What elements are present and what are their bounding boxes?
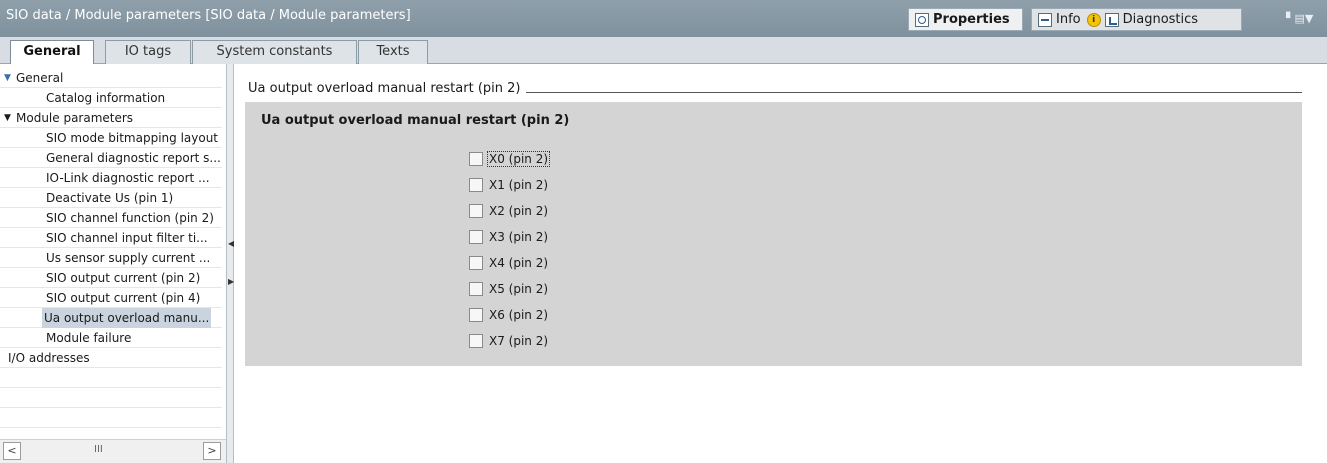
checkbox[interactable] — [469, 308, 483, 322]
nav-item-sio-mode-bitmapping[interactable]: SIO mode bitmapping layout — [0, 128, 222, 148]
info-badge-icon: i — [1086, 12, 1101, 27]
checkbox-x7[interactable]: X7 (pin 2) — [469, 332, 549, 350]
checkbox-label[interactable]: X1 (pin 2) — [488, 178, 549, 192]
checkbox-label[interactable]: X5 (pin 2) — [488, 282, 549, 296]
tab-general[interactable]: General — [10, 40, 94, 65]
nav-item-general-diagnostic-report[interactable]: General diagnostic report s... — [0, 148, 222, 168]
nav-item-label: Module failure — [46, 331, 132, 345]
checkbox-label[interactable]: X7 (pin 2) — [488, 334, 549, 348]
checkbox-x1[interactable]: X1 (pin 2) — [469, 176, 549, 194]
nav-item-label: SIO channel input filter ti... — [46, 231, 208, 245]
checkbox-label[interactable]: X3 (pin 2) — [488, 230, 549, 244]
checkbox[interactable] — [469, 178, 483, 192]
scroll-left-button[interactable]: < — [3, 442, 21, 460]
nav-item-label: General diagnostic report s... — [46, 151, 221, 165]
nav-empty-row — [0, 368, 222, 388]
checkbox[interactable] — [469, 282, 483, 296]
scroll-grip-icon[interactable]: III — [94, 444, 103, 455]
nav-item-label: Us sensor supply current ... — [46, 251, 211, 265]
nav-item-label: SIO channel function (pin 2) — [46, 211, 214, 225]
checkbox[interactable] — [469, 256, 483, 270]
group-title: Ua output overload manual restart (pin 2… — [261, 113, 570, 128]
checkbox[interactable] — [469, 334, 483, 348]
nav-item-label: SIO output current (pin 4) — [46, 291, 201, 305]
nav-item-label: SIO output current (pin 2) — [46, 271, 201, 285]
tab-info-diagnostics: Info i Diagnostics — [1031, 8, 1242, 31]
checkbox-x4[interactable]: X4 (pin 2) — [469, 254, 549, 272]
checkbox-label[interactable]: X0 (pin 2) — [486, 151, 551, 167]
window-controls-icon[interactable]: ▘▤▼ — [1286, 12, 1313, 25]
parameter-group: Ua output overload manual restart (pin 2… — [245, 102, 1302, 366]
inspector-title-bar: SIO data / Module parameters [SIO data /… — [0, 0, 1327, 37]
checkbox[interactable] — [469, 230, 483, 244]
checkbox-x6[interactable]: X6 (pin 2) — [469, 306, 549, 324]
nav-item-label: I/O addresses — [8, 351, 90, 365]
tab-properties-label: Properties — [933, 12, 1010, 27]
nav-item-label: IO-Link diagnostic report ... — [46, 171, 210, 185]
checkbox-x0[interactable]: X0 (pin 2) — [469, 150, 551, 168]
nav-item-label: Ua output overload manu... — [42, 308, 212, 328]
nav-item-io-link-diagnostic-report[interactable]: IO-Link diagnostic report ... — [0, 168, 222, 188]
tab-system-constants[interactable]: System constants — [192, 40, 357, 64]
nav-item-sio-channel-input-filter[interactable]: SIO channel input filter ti... — [0, 228, 222, 248]
expanded-arrow-icon[interactable]: ▼ — [4, 108, 11, 128]
tab-diagnostics-label[interactable]: Diagnostics — [1123, 12, 1198, 27]
expanded-arrow-icon[interactable]: ▼ — [4, 68, 11, 88]
nav-item-module-failure[interactable]: Module failure — [0, 328, 222, 348]
nav-item-module-parameters[interactable]: ▼ Module parameters — [0, 108, 222, 128]
nav-item-sio-output-current-pin4[interactable]: SIO output current (pin 4) — [0, 288, 222, 308]
panel-splitter[interactable]: ◀ ▶ — [226, 64, 234, 463]
nav-item-label: Deactivate Us (pin 1) — [46, 191, 174, 205]
properties-icon — [915, 12, 929, 27]
tab-info-label[interactable]: Info — [1056, 12, 1081, 27]
nav-item-label: SIO mode bitmapping layout — [46, 131, 219, 145]
checkbox-x2[interactable]: X2 (pin 2) — [469, 202, 549, 220]
navigation-tree: ▼ General Catalog information ▼ Module p… — [0, 64, 226, 439]
nav-empty-row — [0, 408, 222, 428]
tab-io-tags[interactable]: IO tags — [105, 40, 191, 64]
checkbox-x3[interactable]: X3 (pin 2) — [469, 228, 549, 246]
nav-empty-row — [0, 388, 222, 408]
nav-horizontal-scrollbar[interactable]: < III > — [0, 439, 226, 463]
nav-item-deactivate-us[interactable]: Deactivate Us (pin 1) — [0, 188, 222, 208]
checkbox[interactable] — [469, 204, 483, 218]
nav-item-ua-output-overload[interactable]: Ua output overload manu... — [0, 308, 222, 328]
diagnostics-icon — [1104, 12, 1119, 27]
nav-item-label: Module parameters — [16, 111, 134, 125]
nav-item-io-addresses[interactable]: I/O addresses — [0, 348, 222, 368]
nav-item-sio-channel-function[interactable]: SIO channel function (pin 2) — [0, 208, 222, 228]
nav-item-sio-output-current-pin2[interactable]: SIO output current (pin 2) — [0, 268, 222, 288]
checkbox-x5[interactable]: X5 (pin 2) — [469, 280, 549, 298]
scroll-right-button[interactable]: > — [203, 442, 221, 460]
property-tabs: General IO tags System constants Texts — [0, 37, 1327, 65]
nav-item-catalog-information[interactable]: Catalog information — [0, 88, 222, 108]
tab-properties[interactable]: Properties — [908, 8, 1023, 31]
parameter-content: Ua output overload manual restart (pin 2… — [234, 64, 1327, 463]
info-icon — [1038, 12, 1052, 27]
checkbox[interactable] — [469, 152, 483, 166]
nav-item-label: Catalog information — [46, 91, 166, 105]
nav-item-us-sensor-supply-current[interactable]: Us sensor supply current ... — [0, 248, 222, 268]
nav-item-general[interactable]: ▼ General — [0, 68, 222, 88]
window-title: SIO data / Module parameters [SIO data /… — [6, 8, 411, 23]
section-title: Ua output overload manual restart (pin 2… — [248, 81, 527, 96]
checkbox-label[interactable]: X2 (pin 2) — [488, 204, 549, 218]
tab-texts[interactable]: Texts — [358, 40, 428, 64]
checkbox-label[interactable]: X6 (pin 2) — [488, 308, 549, 322]
nav-item-label: General — [16, 71, 64, 85]
checkbox-label[interactable]: X4 (pin 2) — [488, 256, 549, 270]
